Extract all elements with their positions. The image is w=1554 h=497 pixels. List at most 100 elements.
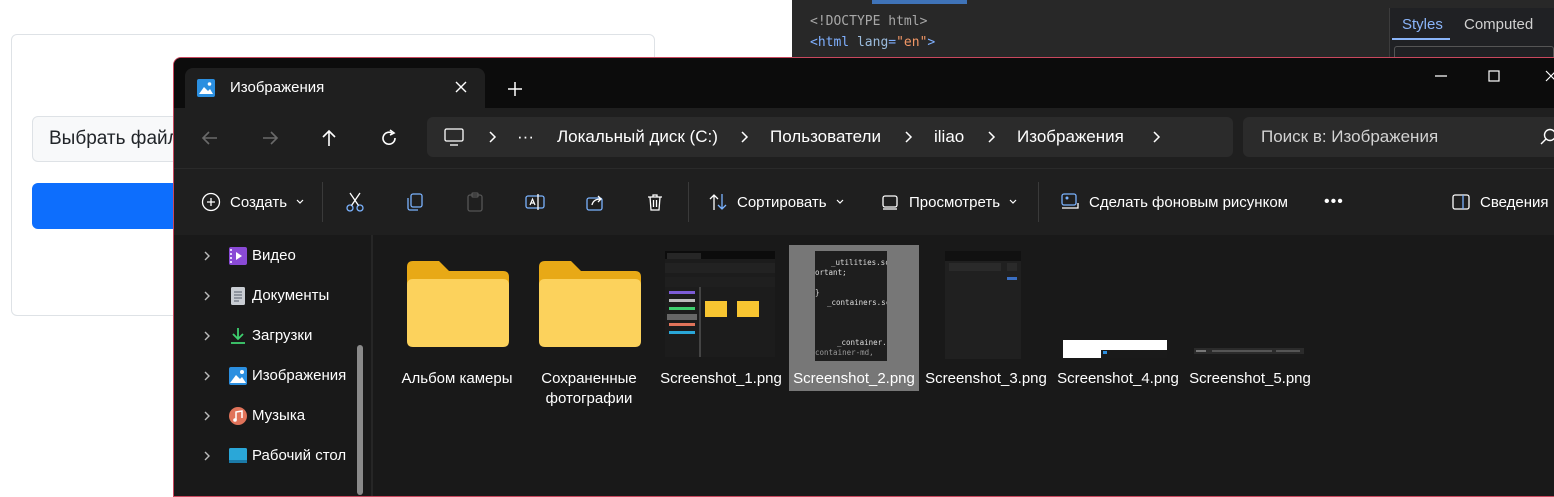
breadcrumb-separator-icon[interactable] <box>984 129 998 145</box>
breadcrumb-separator-icon[interactable] <box>901 129 915 145</box>
html-attr-eq: = <box>888 35 896 50</box>
image-file-item[interactable]: Screenshot_4.png <box>1053 245 1183 391</box>
view-button[interactable]: Просмотреть <box>879 190 1018 214</box>
more-options-button[interactable]: ••• <box>1324 190 1344 214</box>
screenshot-thumbnail: _utilities.sc ortant; } _containers.sc _… <box>815 251 887 361</box>
documents-folder-icon <box>228 286 248 306</box>
copy-icon[interactable] <box>404 191 426 213</box>
image-file-item[interactable]: Screenshot_3.png <box>921 245 1051 391</box>
up-arrow-icon[interactable] <box>315 124 343 152</box>
sidebar-item-label: Рабочий стол <box>252 447 346 464</box>
thumb-code-text: } <box>815 288 820 297</box>
close-tab-icon[interactable] <box>448 74 474 100</box>
file-name: Альбом камеры <box>392 369 522 389</box>
details-button[interactable]: Сведения <box>1450 190 1549 214</box>
folder-item[interactable]: Альбом камеры <box>392 245 522 391</box>
close-window-icon[interactable] <box>1536 66 1554 86</box>
file-name: Сохраненные фотографии <box>524 369 654 409</box>
tab-title: Изображения <box>230 79 324 96</box>
chevron-right-icon[interactable] <box>202 449 212 463</box>
html-tag-close: > <box>927 35 935 50</box>
file-explorer-window: Изображения ··· Локальный диск (C:) <box>173 57 1554 497</box>
back-arrow-icon[interactable] <box>196 124 224 152</box>
plus-circle-icon <box>200 191 222 213</box>
chevron-right-icon[interactable] <box>202 249 212 263</box>
create-button[interactable]: Создать <box>200 190 305 214</box>
cut-icon[interactable] <box>344 191 366 213</box>
breadcrumb-overflow[interactable]: ··· <box>517 127 534 147</box>
pictures-icon <box>197 79 215 97</box>
chevron-right-icon[interactable] <box>202 329 212 343</box>
chevron-down-icon <box>835 198 845 206</box>
minimize-icon[interactable] <box>1426 66 1456 86</box>
image-file-item[interactable]: Screenshot_5.png <box>1185 245 1315 391</box>
sidebar-item-downloads[interactable]: Загрузки <box>174 321 369 351</box>
image-file-item[interactable]: Screenshot_1.png <box>656 245 786 391</box>
breadcrumb-separator-icon[interactable] <box>1149 129 1163 145</box>
breadcrumb-users[interactable]: Пользователи <box>770 127 881 147</box>
forward-arrow-icon[interactable] <box>256 124 284 152</box>
pictures-folder-icon <box>228 366 248 386</box>
tab-underline <box>1392 38 1450 40</box>
pane-splitter[interactable] <box>371 235 373 497</box>
thumb-code-text: container-md, <box>815 348 874 357</box>
folder-icon <box>405 257 511 351</box>
chevron-right-icon[interactable] <box>202 289 212 303</box>
file-name: Screenshot_1.png <box>656 369 786 389</box>
new-tab-icon[interactable] <box>502 76 528 102</box>
sidebar-item-music[interactable]: Музыка <box>174 401 369 431</box>
video-folder-icon <box>228 246 248 266</box>
folder-item[interactable]: Сохраненные фотографии <box>524 245 654 391</box>
screenshot-thumbnail <box>1063 340 1167 358</box>
tab-pictures[interactable]: Изображения <box>185 68 485 108</box>
breadcrumb-separator-icon[interactable] <box>485 129 499 145</box>
screenshot-thumbnail <box>665 251 775 357</box>
chevron-right-icon[interactable] <box>202 369 212 383</box>
chevron-down-icon <box>295 198 305 206</box>
breadcrumb-local-disk[interactable]: Локальный диск (C:) <box>557 127 718 147</box>
screenshot-thumbnail <box>945 251 1021 359</box>
search-placeholder: Поиск в: Изображения <box>1261 127 1438 147</box>
details-pane-icon <box>1450 191 1472 213</box>
folder-icon <box>537 257 643 351</box>
sidebar-item-label: Музыка <box>252 407 305 424</box>
command-bar <box>174 169 1554 235</box>
sidebar-item-label: Видео <box>252 247 296 264</box>
chevron-right-icon[interactable] <box>202 409 212 423</box>
breadcrumb-separator-icon[interactable] <box>737 129 751 145</box>
sidebar-item-desktop[interactable]: Рабочий стол <box>174 441 369 471</box>
rename-icon[interactable] <box>524 191 546 213</box>
delete-icon[interactable] <box>644 191 666 213</box>
search-icon[interactable] <box>1539 127 1554 147</box>
breadcrumb-user[interactable]: iliao <box>934 127 964 147</box>
toolbar-divider <box>1038 182 1039 222</box>
breadcrumb-pictures[interactable]: Изображения <box>1017 127 1124 147</box>
create-label: Создать <box>230 194 287 211</box>
search-input[interactable]: Поиск в: Изображения <box>1243 117 1554 157</box>
set-wallpaper-label: Сделать фоновым рисунком <box>1089 194 1288 211</box>
devtools-side-tabs: Styles Computed <box>1389 8 1554 60</box>
paste-icon[interactable] <box>464 191 486 213</box>
toolbar-divider <box>688 182 689 222</box>
set-wallpaper-button[interactable]: Сделать фоновым рисунком <box>1059 190 1288 214</box>
music-folder-icon <box>228 406 248 426</box>
chevron-down-icon <box>1008 198 1018 206</box>
address-bar[interactable]: ··· Локальный диск (C:) Пользователи ili… <box>427 117 1233 157</box>
maximize-icon[interactable] <box>1479 66 1509 86</box>
wallpaper-icon <box>1059 191 1081 213</box>
tab-computed[interactable]: Computed <box>1464 16 1533 33</box>
sort-button[interactable]: Сортировать <box>707 190 845 214</box>
refresh-icon[interactable] <box>375 124 403 152</box>
sidebar-item-documents[interactable]: Документы <box>174 281 369 311</box>
sidebar-item-label: Изображения <box>252 367 346 384</box>
devtools-active-indicator <box>872 0 967 4</box>
image-file-item-selected[interactable]: _utilities.sc ortant; } _containers.sc _… <box>789 245 919 391</box>
sidebar-item-videos[interactable]: Видео <box>174 241 369 271</box>
file-name: Screenshot_5.png <box>1185 369 1315 389</box>
sidebar-item-pictures[interactable]: Изображения <box>174 361 369 391</box>
thumb-code-text: _container.s <box>837 338 887 347</box>
tab-styles[interactable]: Styles <box>1402 16 1443 33</box>
share-icon[interactable] <box>584 191 606 213</box>
view-label: Просмотреть <box>909 194 1000 211</box>
file-name: Screenshot_4.png <box>1053 369 1183 389</box>
